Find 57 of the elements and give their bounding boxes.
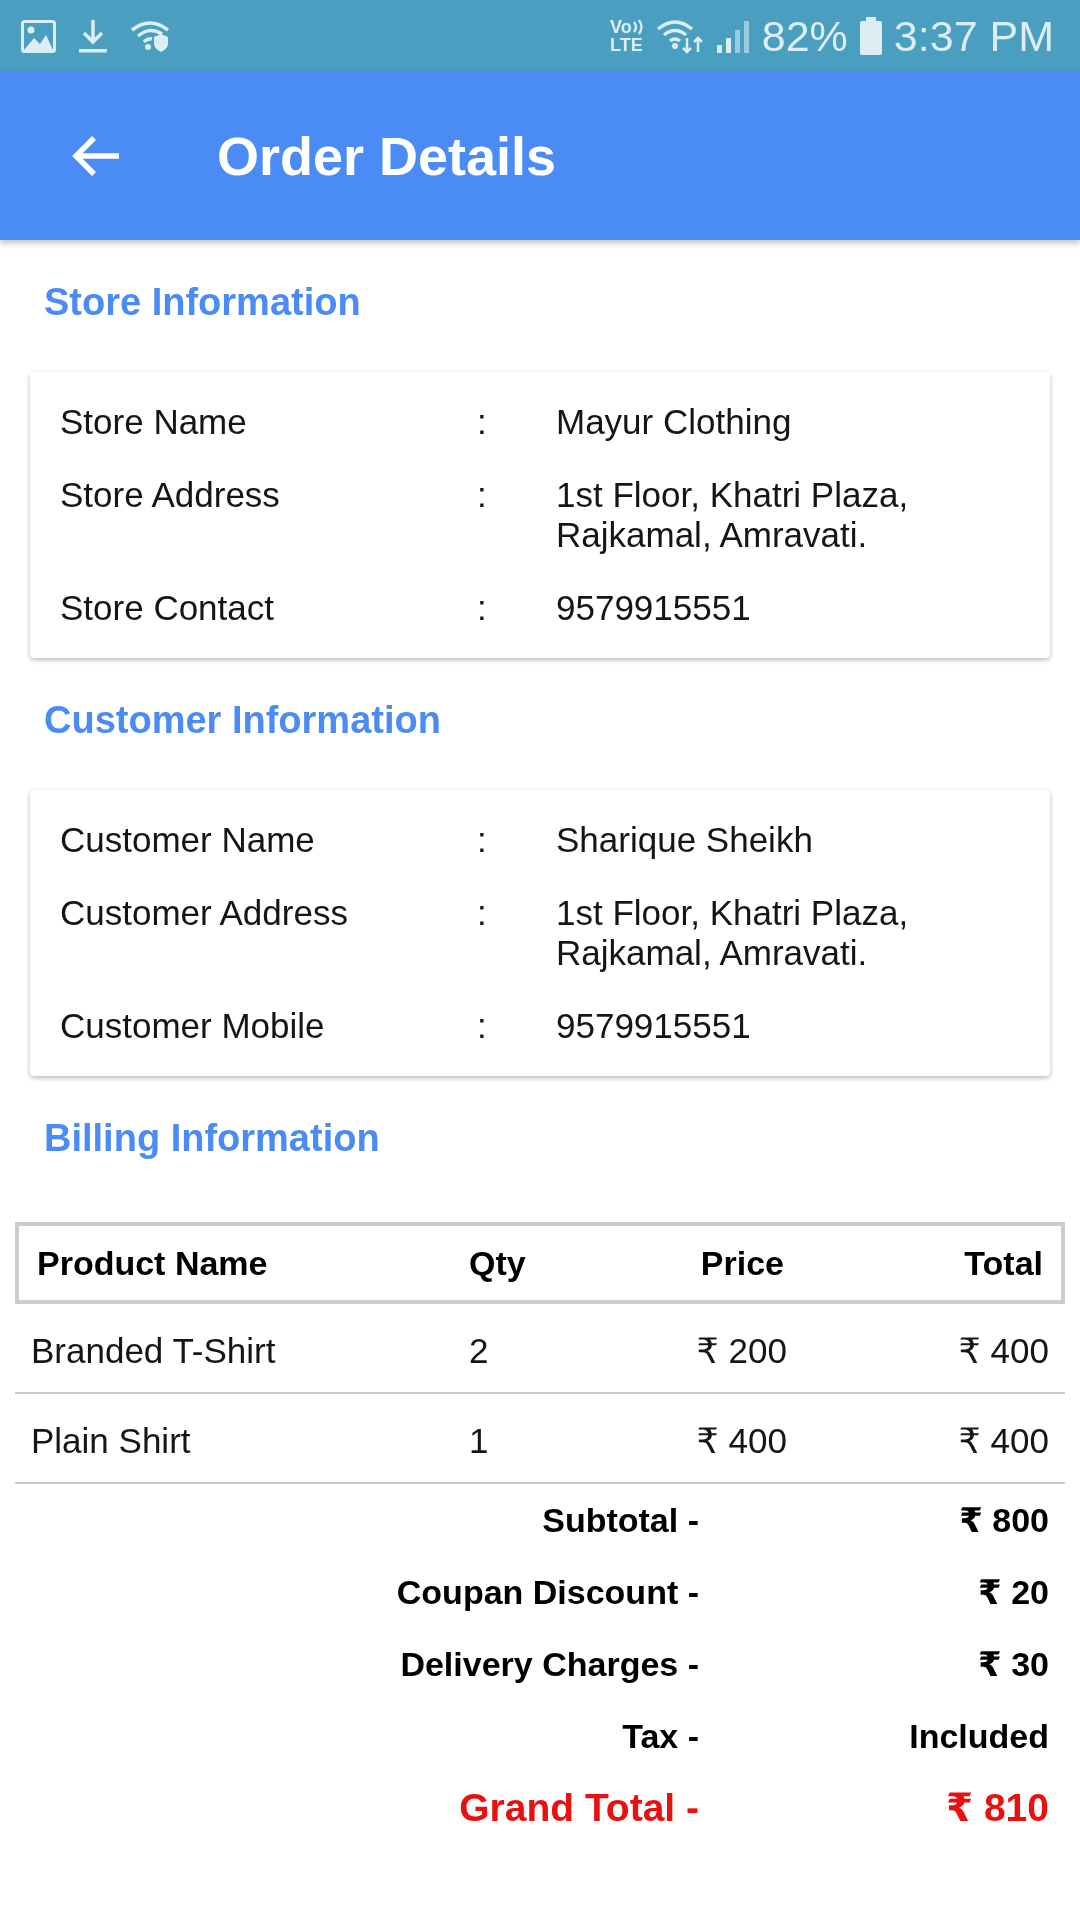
- column-header: Qty: [469, 1243, 526, 1283]
- grand-total-value: ₹ 810: [945, 1785, 1049, 1831]
- clock-time: 3:37 PM: [893, 14, 1054, 58]
- section-title: Customer Information: [44, 698, 441, 743]
- back-button[interactable]: [71, 135, 121, 177]
- table-cell: ₹ 400: [958, 1421, 1049, 1461]
- field-value: 9579915551: [556, 1006, 752, 1046]
- table-cell: Branded T-Shirt: [31, 1331, 276, 1371]
- field-value: Sharique Sheikh: [556, 820, 814, 860]
- wifi-icon: [655, 18, 704, 54]
- summary-label: Coupan Discount -: [396, 1572, 699, 1613]
- summary-value: ₹ 20: [978, 1572, 1049, 1613]
- column-header: Price: [700, 1243, 784, 1283]
- image-icon: [21, 19, 56, 53]
- field-label: Customer Mobile: [60, 1006, 326, 1046]
- download-icon: [78, 19, 108, 53]
- call-waves-icon: [631, 19, 644, 35]
- table-cell: 1: [469, 1421, 489, 1461]
- screen-title: Order Details: [217, 129, 557, 183]
- table-cell: ₹ 400: [696, 1421, 787, 1461]
- network-type-label: LTE: [610, 36, 643, 54]
- summary-label: Tax -: [622, 1716, 699, 1757]
- table-cell: 2: [469, 1331, 489, 1371]
- field-label: Customer Address: [60, 893, 349, 933]
- field-separator: :: [477, 402, 488, 442]
- signal-icon: [715, 19, 750, 53]
- volte-label: Vo: [610, 18, 632, 36]
- summary-label: Subtotal -: [542, 1500, 699, 1541]
- summary-value: ₹ 800: [959, 1500, 1049, 1541]
- table-cell: Plain Shirt: [31, 1421, 191, 1461]
- field-label: Store Name: [60, 402, 248, 442]
- column-header: Product Name: [37, 1243, 268, 1283]
- field-value: 1st Floor, Khatri Plaza, Rajkamal, Amravati.: [556, 893, 910, 973]
- field-value: Mayur Clothing: [556, 402, 793, 442]
- section-title: Store Information: [44, 280, 361, 325]
- field-value: 1st Floor, Khatri Plaza, Rajkamal, Amravati.: [556, 475, 910, 555]
- back-arrow-icon: [71, 135, 121, 177]
- field-separator: :: [477, 1006, 488, 1046]
- field-separator: :: [477, 820, 488, 860]
- field-separator: :: [477, 588, 488, 628]
- wifi-shield-icon: [130, 20, 170, 52]
- battery-icon: [859, 17, 882, 55]
- field-separator: :: [477, 893, 488, 933]
- field-value: 9579915551: [556, 588, 752, 628]
- battery-percent: 82%: [761, 14, 848, 58]
- column-header: Total: [964, 1243, 1043, 1283]
- table-cell: ₹ 400: [958, 1331, 1049, 1371]
- summary-value: Included: [909, 1716, 1049, 1757]
- field-label: Store Contact: [60, 588, 275, 628]
- grand-total-label: Grand Total -: [459, 1785, 699, 1831]
- section-title: Billing Information: [44, 1116, 380, 1161]
- field-label: Customer Name: [60, 820, 316, 860]
- summary-label: Delivery Charges -: [400, 1644, 699, 1685]
- field-label: Store Address: [60, 475, 281, 515]
- field-separator: :: [477, 475, 488, 515]
- summary-value: ₹ 30: [978, 1644, 1049, 1685]
- table-cell: ₹ 200: [696, 1331, 787, 1371]
